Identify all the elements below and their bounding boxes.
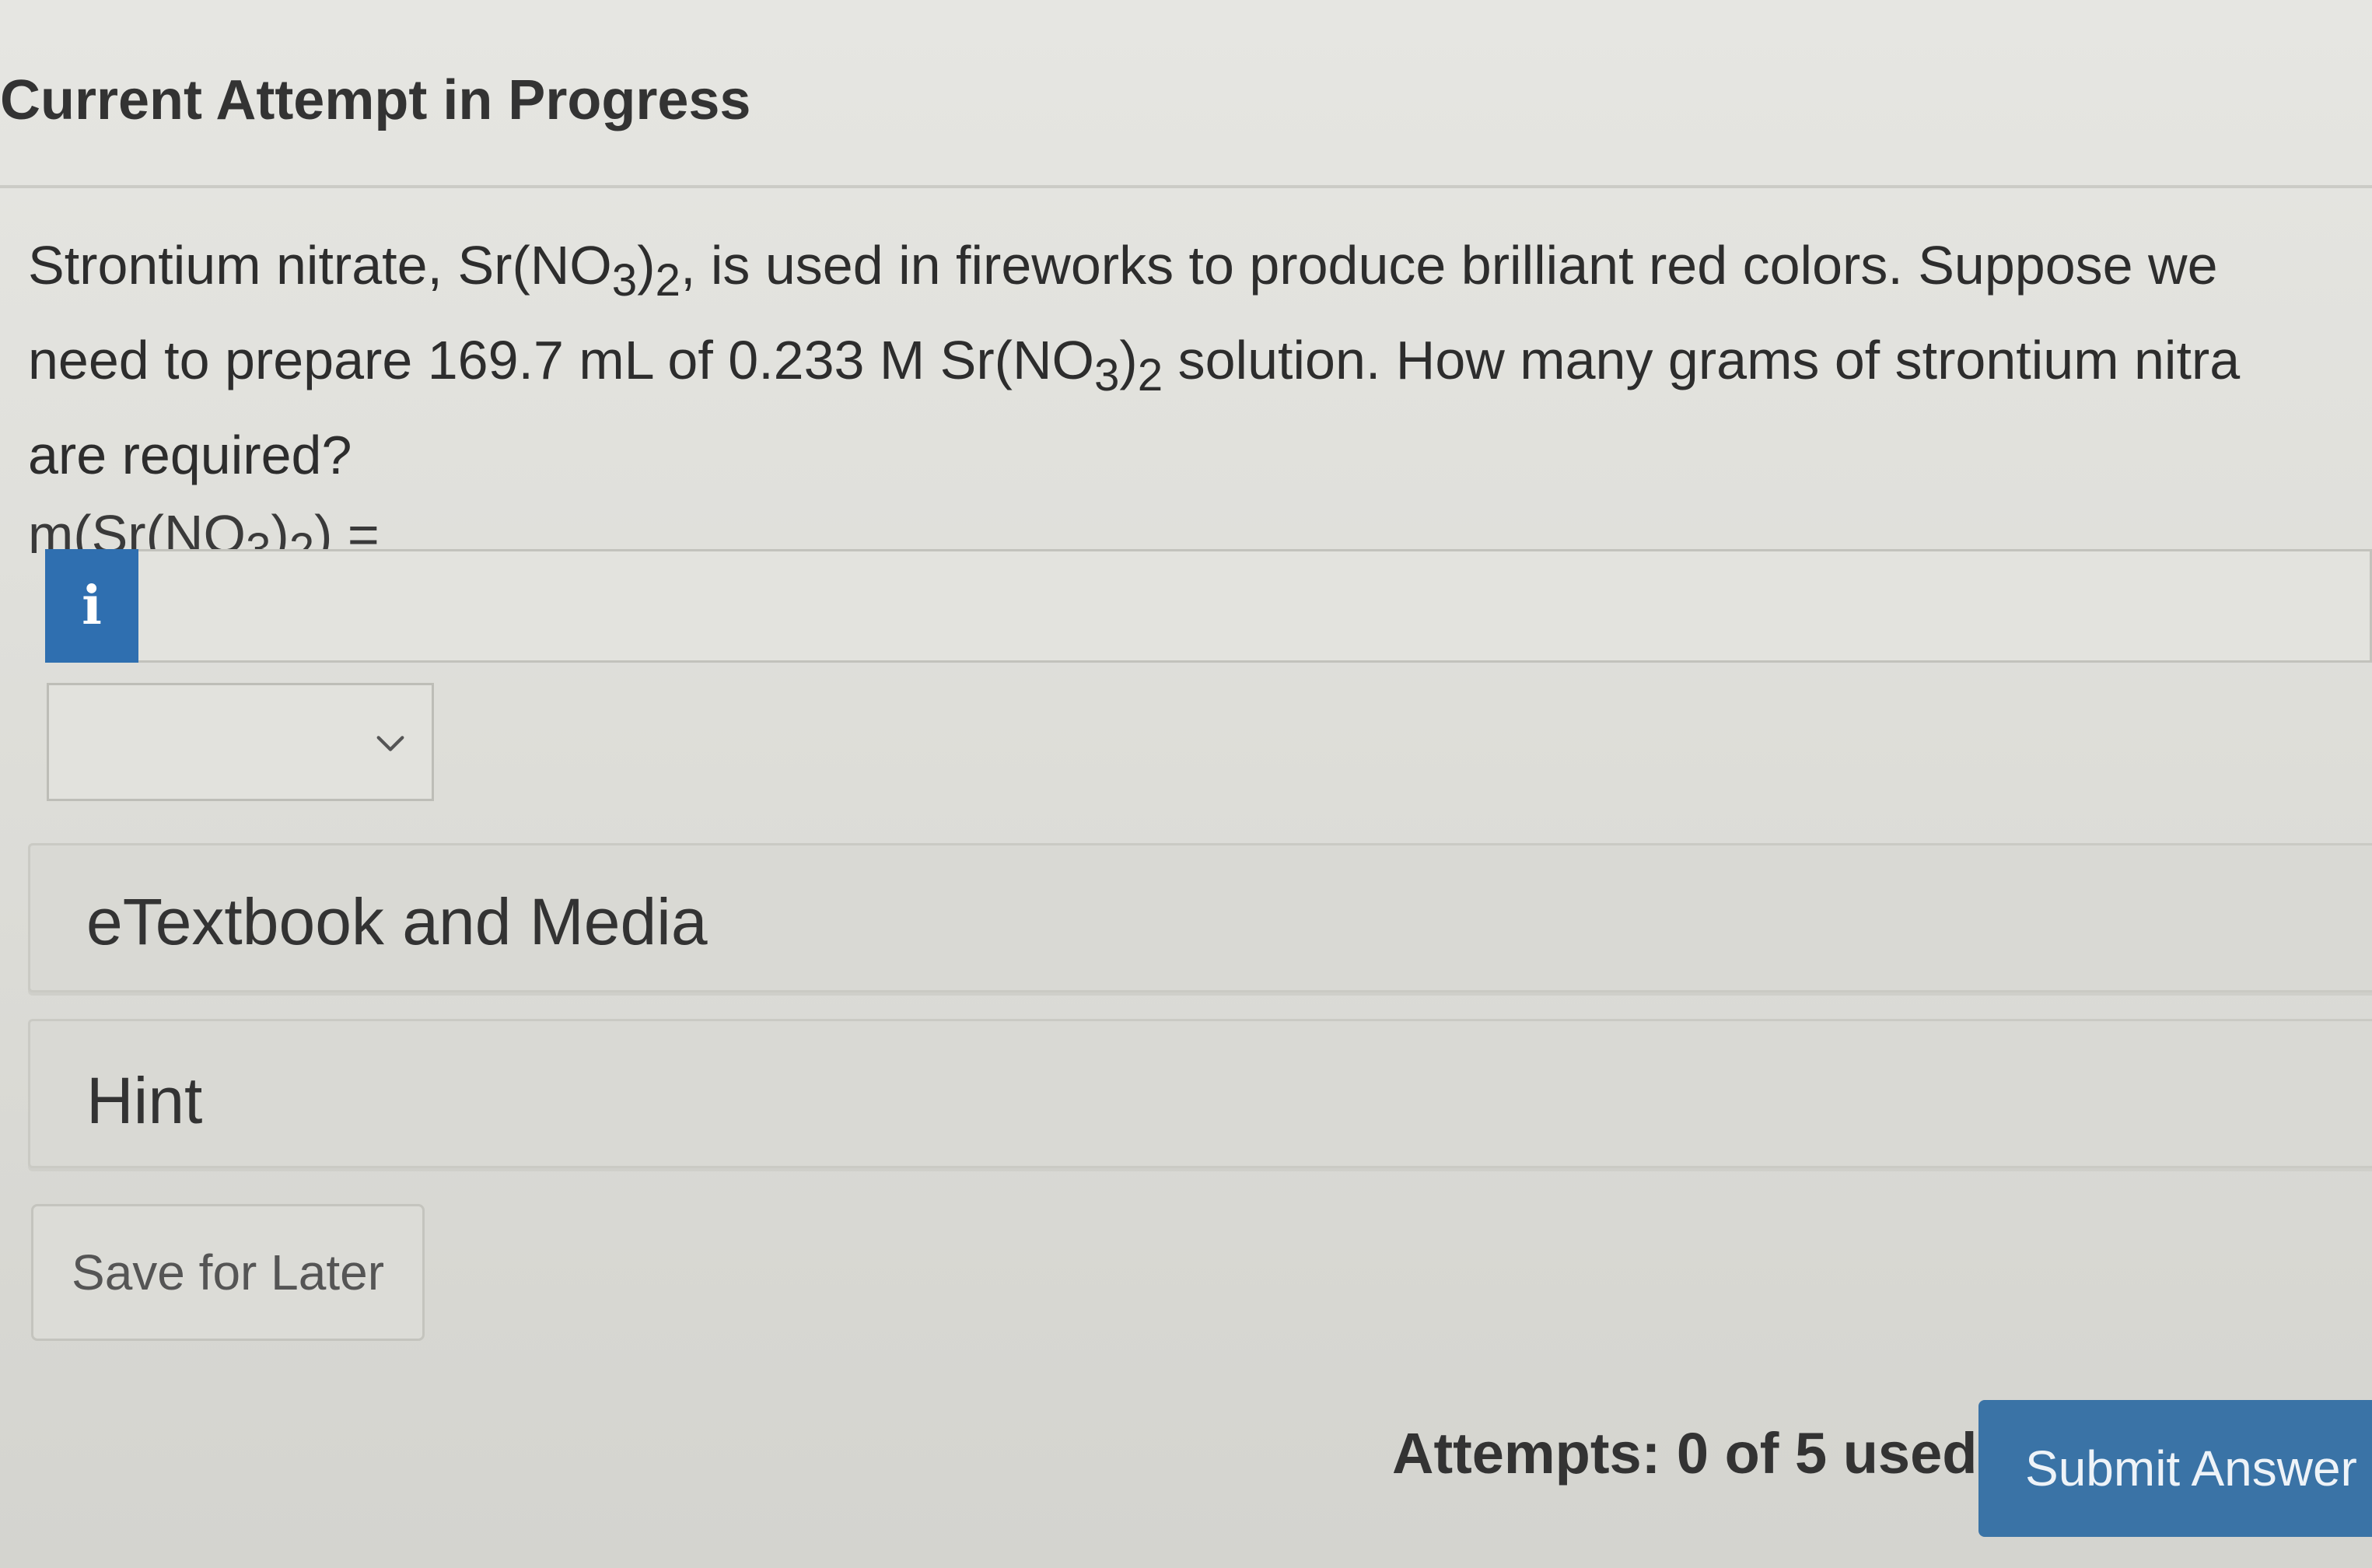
- hint-label: Hint: [86, 1064, 203, 1137]
- question-line-3: are required?: [28, 425, 352, 485]
- question-line-2: need to prepare 169.7 mL of 0.233 M Sr(N…: [28, 330, 2241, 401]
- attempts-counter: Attempts: 0 of 5 used: [1392, 1421, 1978, 1486]
- answer-value-input[interactable]: [138, 549, 2372, 663]
- title-divider: [0, 185, 2372, 188]
- info-icon[interactable]: i: [45, 549, 138, 663]
- question-line-1: Strontium nitrate, Sr(NO3)2, is used in …: [28, 235, 2218, 306]
- unit-dropdown[interactable]: [47, 683, 434, 801]
- page-title: Current Attempt in Progress: [0, 69, 751, 131]
- question-page: Current Attempt in Progress Strontium ni…: [0, 0, 2372, 1568]
- etextbook-media-label: eTextbook and Media: [86, 885, 708, 958]
- chevron-down-icon: [376, 736, 404, 751]
- etextbook-media-panel[interactable]: eTextbook and Media: [28, 843, 2372, 992]
- save-for-later-button[interactable]: Save for Later: [31, 1204, 425, 1341]
- question-text: Strontium nitrate, Sr(NO3)2, is used in …: [28, 226, 2372, 590]
- hint-panel[interactable]: Hint: [28, 1019, 2372, 1168]
- submit-answer-button[interactable]: Submit Answer: [1978, 1400, 2372, 1537]
- answer-input-row: i: [45, 549, 2372, 663]
